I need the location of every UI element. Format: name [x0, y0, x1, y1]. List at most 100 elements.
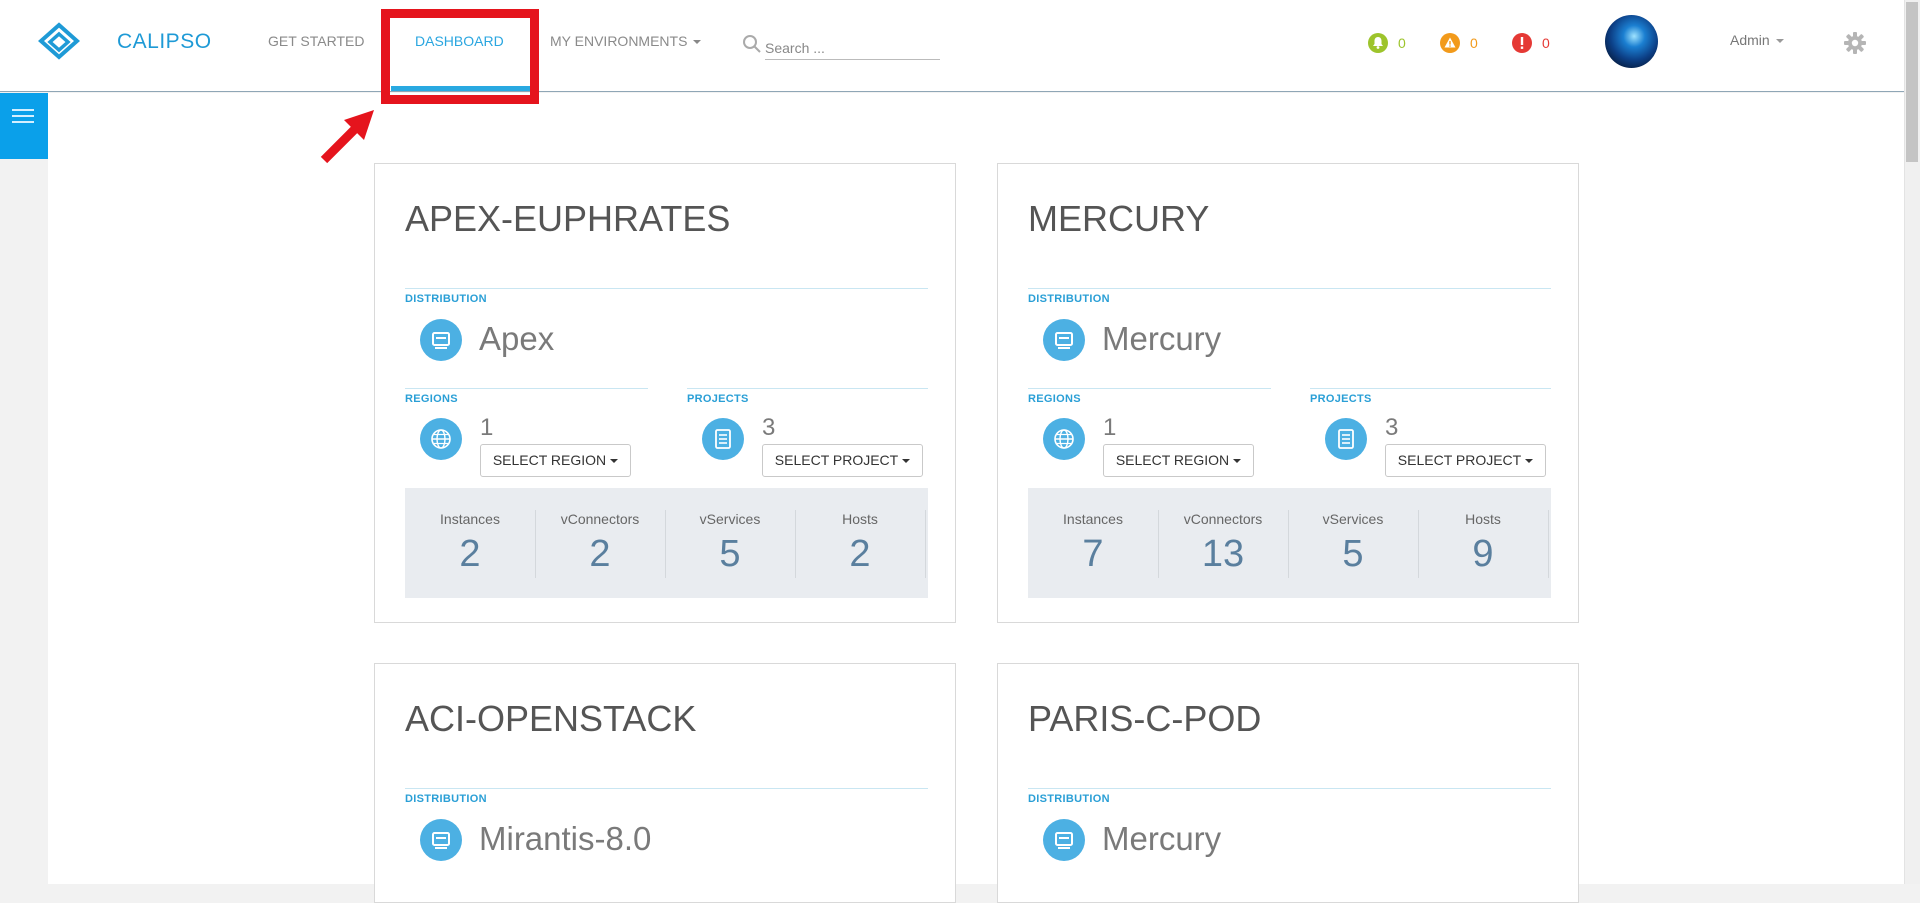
distribution-icon — [1043, 819, 1085, 861]
select-project-button[interactable]: SELECT PROJECT — [762, 444, 923, 477]
calipso-logo-icon[interactable] — [37, 22, 81, 69]
dashboard-highlight-box — [381, 9, 539, 104]
chevron-down-icon — [902, 459, 911, 464]
top-navbar: CALIPSO GET STARTED DASHBOARD MY ENVIRON… — [0, 0, 1904, 92]
distribution-value: Mirantis-8.0 — [479, 820, 652, 857]
search-box — [740, 31, 940, 61]
stat-divider — [925, 510, 926, 578]
stat-label: Hosts — [1465, 511, 1501, 527]
projects-label: PROJECTS — [687, 393, 749, 405]
distribution-value: Mercury — [1102, 320, 1222, 357]
environment-card[interactable]: MERCURY DISTRIBUTION Mercury REGIONS 1 S… — [997, 163, 1579, 623]
environment-card[interactable]: APEX-EUPHRATES DISTRIBUTION Apex REGIONS… — [374, 163, 956, 623]
avatar[interactable] — [1605, 15, 1658, 68]
globe-icon — [1043, 418, 1085, 460]
projects-label: PROJECTS — [1310, 393, 1372, 405]
nav-get-started[interactable]: GET STARTED — [268, 33, 364, 49]
distribution-value: Mercury — [1102, 820, 1222, 857]
nav-my-environments-label: MY ENVIRONMENTS — [550, 33, 688, 49]
nav-my-environments[interactable]: MY ENVIRONMENTS — [550, 33, 702, 49]
select-project-button[interactable]: SELECT PROJECT — [1385, 444, 1546, 477]
notice-count: 0 — [1398, 35, 1406, 51]
divider — [405, 788, 928, 789]
stat-vconnectors[interactable]: vConnectors 13 — [1158, 488, 1288, 598]
divider — [687, 388, 928, 389]
stats-panel: Instances 2 vConnectors 2 vServices 5 Hosts… — [405, 488, 928, 598]
divider — [1028, 288, 1551, 289]
search-icon — [742, 34, 762, 59]
gear-icon[interactable] — [1843, 31, 1867, 60]
stat-label: Hosts — [842, 511, 878, 527]
brand-name[interactable]: CALIPSO — [117, 30, 212, 54]
stat-label: Instances — [1063, 511, 1123, 527]
sidebar — [0, 93, 48, 884]
project-icon — [1325, 418, 1367, 460]
select-project-label: SELECT PROJECT — [774, 452, 899, 468]
distribution-label: DISTRIBUTION — [405, 793, 487, 805]
error-count: 0 — [1542, 35, 1550, 51]
stat-value: 2 — [849, 533, 871, 575]
select-project-label: SELECT PROJECT — [1397, 452, 1522, 468]
bell-icon — [1368, 33, 1388, 53]
regions-count: 1 — [480, 414, 494, 441]
stat-hosts[interactable]: Hosts 2 — [795, 488, 925, 598]
divider — [1028, 388, 1271, 389]
stat-label: vServices — [1322, 511, 1384, 527]
stat-vservices[interactable]: vServices 5 — [1288, 488, 1418, 598]
regions-count: 1 — [1103, 414, 1117, 441]
distribution-icon — [1043, 319, 1085, 361]
globe-icon — [420, 418, 462, 460]
chevron-down-icon — [1233, 459, 1242, 464]
chevron-down-icon — [1525, 459, 1534, 464]
divider — [405, 388, 648, 389]
select-region-label: SELECT REGION — [492, 452, 607, 468]
stat-value: 2 — [459, 533, 481, 575]
stat-vconnectors[interactable]: vConnectors 2 — [535, 488, 665, 598]
stat-label: vConnectors — [1183, 511, 1263, 527]
select-region-label: SELECT REGION — [1115, 452, 1230, 468]
projects-count: 3 — [762, 414, 776, 441]
divider — [1310, 388, 1551, 389]
stat-hosts[interactable]: Hosts 9 — [1418, 488, 1548, 598]
stat-value: 9 — [1472, 533, 1494, 575]
search-input[interactable] — [765, 33, 940, 60]
warning-icon — [1440, 33, 1460, 53]
stat-instances[interactable]: Instances 7 — [1028, 488, 1158, 598]
regions-label: REGIONS — [405, 393, 458, 405]
user-name: Admin — [1730, 32, 1770, 48]
stat-label: vConnectors — [560, 511, 640, 527]
projects-count: 3 — [1385, 414, 1399, 441]
select-region-button[interactable]: SELECT REGION — [480, 444, 631, 477]
error-icon — [1512, 33, 1532, 53]
chevron-down-icon — [1775, 39, 1784, 44]
regions-label: REGIONS — [1028, 393, 1081, 405]
environment-card[interactable]: PARIS-C-POD DISTRIBUTION Mercury — [997, 663, 1579, 903]
user-menu[interactable]: Admin — [1730, 32, 1784, 48]
menu-icon[interactable] — [0, 93, 48, 159]
scrollbar-thumb[interactable] — [1906, 2, 1918, 162]
environment-name: ACI-OPENSTACK — [405, 698, 697, 739]
stat-label: Instances — [440, 511, 500, 527]
distribution-label: DISTRIBUTION — [1028, 793, 1110, 805]
environment-card[interactable]: ACI-OPENSTACK DISTRIBUTION Mirantis-8.0 — [374, 663, 956, 903]
stat-vservices[interactable]: vServices 5 — [665, 488, 795, 598]
select-region-button[interactable]: SELECT REGION — [1103, 444, 1254, 477]
environment-name: MERCURY — [1028, 198, 1210, 239]
stat-value: 7 — [1082, 533, 1104, 575]
chevron-down-icon — [693, 40, 702, 45]
chevron-down-icon — [610, 459, 619, 464]
stat-value: 2 — [589, 533, 611, 575]
distribution-icon — [420, 819, 462, 861]
stat-instances[interactable]: Instances 2 — [405, 488, 535, 598]
environment-name: APEX-EUPHRATES — [405, 198, 731, 239]
project-icon — [702, 418, 744, 460]
distribution-value: Apex — [479, 320, 555, 357]
stat-label: vServices — [699, 511, 761, 527]
divider — [405, 288, 928, 289]
divider — [1028, 788, 1551, 789]
stat-value: 5 — [1342, 533, 1364, 575]
stat-divider — [1548, 510, 1549, 578]
warning-count: 0 — [1470, 35, 1478, 51]
stat-value: 5 — [719, 533, 741, 575]
distribution-icon — [420, 319, 462, 361]
